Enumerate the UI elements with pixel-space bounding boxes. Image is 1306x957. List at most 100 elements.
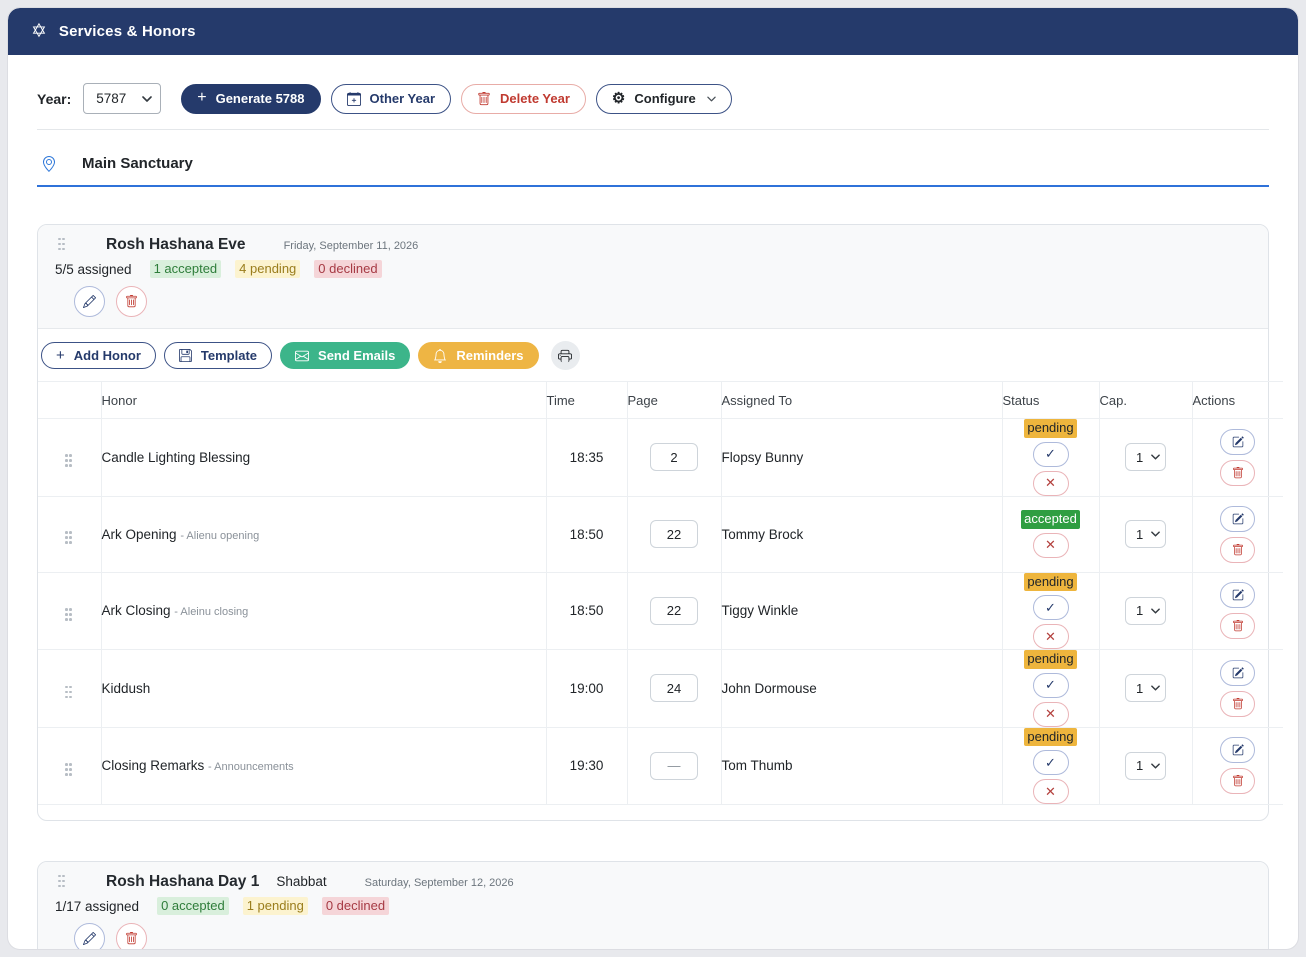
status-badge: accepted [1021, 510, 1080, 529]
edit-honor-button[interactable] [1220, 737, 1255, 763]
delete-honor-button[interactable] [1220, 691, 1255, 717]
table-row: Ark Opening - Alienu opening 18:50 Tommy… [38, 496, 1283, 572]
honor-time: 18:50 [546, 572, 627, 650]
drag-handle-icon[interactable] [58, 875, 66, 890]
delete-honor-button[interactable] [1220, 537, 1255, 563]
delete-honor-button[interactable] [1220, 460, 1255, 486]
check-icon: ✓ [1045, 600, 1056, 616]
printer-icon [558, 349, 572, 363]
other-year-button[interactable]: Other Year [331, 84, 452, 114]
capacity-select[interactable]: 1 [1125, 752, 1166, 780]
event-date: Saturday, September 12, 2026 [365, 877, 514, 889]
accept-button[interactable]: ✓ [1033, 595, 1069, 620]
drag-handle-icon[interactable] [65, 454, 73, 469]
delete-honor-button[interactable] [1220, 768, 1255, 794]
honor-subtitle: - Announcements [208, 761, 294, 773]
x-icon: ✕ [1045, 706, 1056, 722]
delete-honor-button[interactable] [1220, 613, 1255, 639]
accept-button[interactable]: ✓ [1033, 442, 1069, 467]
drag-handle-icon[interactable] [65, 763, 73, 778]
honor-name: Closing Remarks [102, 758, 205, 773]
event-header: Rosh Hashana Eve Friday, September 11, 2… [38, 225, 1268, 329]
pending-chip: 1 pending [243, 897, 308, 915]
table-row: Kiddush 19:00 John Dormouse pending ✓ ✕ … [38, 650, 1283, 728]
page-input[interactable] [650, 752, 698, 780]
reminders-button[interactable]: Reminders [418, 342, 538, 369]
table-header-row: Honor Time Page Assigned To Status Cap. … [38, 382, 1283, 419]
drag-handle-icon[interactable] [65, 531, 73, 546]
page-input[interactable] [650, 674, 698, 702]
section-title: Main Sanctuary [82, 155, 193, 172]
star-of-david-icon: ✡ [31, 22, 47, 41]
honor-subtitle: - Alienu opening [180, 530, 259, 542]
edit-honor-button[interactable] [1220, 660, 1255, 686]
edit-honor-button[interactable] [1220, 429, 1255, 455]
assigned-summary: 5/5 assigned [55, 262, 132, 277]
decline-button[interactable]: ✕ [1033, 471, 1069, 496]
bell-icon [433, 349, 447, 363]
event-date: Friday, September 11, 2026 [284, 240, 419, 252]
edit-honor-button[interactable] [1220, 582, 1255, 608]
drag-handle-icon[interactable] [65, 608, 73, 623]
x-icon: ✕ [1045, 475, 1056, 491]
decline-button[interactable]: ✕ [1033, 624, 1069, 649]
configure-button[interactable]: ⚙ Configure [596, 84, 732, 114]
page-input[interactable] [650, 597, 698, 625]
drag-handle-icon[interactable] [65, 686, 73, 701]
event-title: Rosh Hashana Eve [106, 236, 246, 254]
calendar-plus-icon [347, 92, 361, 106]
decline-button[interactable]: ✕ [1033, 533, 1069, 558]
declined-chip: 0 declined [314, 260, 381, 278]
print-button[interactable] [551, 341, 580, 370]
honor-time: 18:50 [546, 496, 627, 572]
capacity-select[interactable]: 1 [1125, 520, 1166, 548]
col-honor: Honor [101, 382, 546, 419]
honor-name: Kiddush [102, 681, 151, 696]
template-button[interactable]: Template [164, 342, 272, 369]
col-assigned-to: Assigned To [721, 382, 1002, 419]
accept-button[interactable]: ✓ [1033, 750, 1069, 775]
page-input[interactable] [650, 520, 698, 548]
col-drag [38, 382, 101, 419]
pencil-square-icon [1232, 436, 1244, 448]
trash-icon [125, 932, 138, 945]
drag-handle-icon[interactable] [58, 238, 66, 253]
add-honor-button[interactable]: + Add Honor [41, 342, 156, 369]
check-icon: ✓ [1045, 446, 1056, 462]
page-input[interactable] [650, 443, 698, 471]
edit-event-button[interactable] [74, 286, 105, 317]
card-bottom-padding [38, 805, 1268, 820]
capacity-select[interactable]: 1 [1125, 443, 1166, 471]
page: ✡ Services & Honors Year: 5787 + Generat… [8, 8, 1298, 949]
edit-honor-button[interactable] [1220, 506, 1255, 532]
app-header: ✡ Services & Honors [8, 8, 1298, 55]
honor-name: Ark Closing [102, 603, 171, 618]
honor-subtitle: - Aleinu closing [174, 606, 248, 618]
decline-button[interactable]: ✕ [1033, 702, 1069, 727]
honors-toolbar: + Add Honor Template Send Emails Reminde… [38, 329, 1268, 381]
assigned-to-name: Tommy Brock [721, 496, 1002, 572]
edit-event-button[interactable] [74, 923, 105, 949]
honors-table: Honor Time Page Assigned To Status Cap. … [38, 381, 1283, 805]
event-header: Rosh Hashana Day 1 Shabbat Saturday, Sep… [38, 862, 1268, 949]
pencil-square-icon [1232, 513, 1244, 525]
trash-icon [1232, 698, 1244, 710]
year-select[interactable]: 5787 [83, 83, 161, 114]
capacity-select[interactable]: 1 [1125, 674, 1166, 702]
pencil-icon [83, 295, 96, 308]
decline-button[interactable]: ✕ [1033, 779, 1069, 804]
send-emails-button[interactable]: Send Emails [280, 342, 410, 369]
accepted-chip: 1 accepted [150, 260, 222, 278]
status-badge: pending [1024, 728, 1076, 747]
delete-year-button[interactable]: Delete Year [461, 84, 586, 114]
status-badge: pending [1024, 650, 1076, 669]
honor-time: 19:30 [546, 727, 627, 805]
delete-event-button[interactable] [116, 286, 147, 317]
assigned-to-name: Tom Thumb [721, 727, 1002, 805]
delete-event-button[interactable] [116, 923, 147, 949]
accept-button[interactable]: ✓ [1033, 673, 1069, 698]
check-icon: ✓ [1045, 755, 1056, 771]
generate-year-button[interactable]: + Generate 5788 [181, 84, 320, 114]
capacity-select[interactable]: 1 [1125, 597, 1166, 625]
assigned-summary: 1/17 assigned [55, 899, 139, 914]
